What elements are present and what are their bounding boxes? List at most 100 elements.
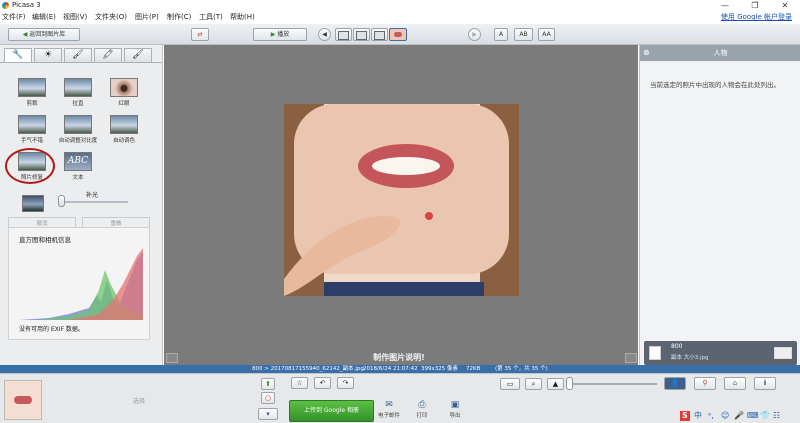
filmstrip-thumb-1[interactable]: [335, 28, 352, 41]
places-tool-button[interactable]: ⚲: [694, 377, 716, 390]
fill-light-slider-handle[interactable]: [58, 195, 65, 207]
menu-file[interactable]: 文件(F): [2, 11, 26, 23]
wrench-icon: 🔧: [12, 50, 24, 60]
rotate-right-button[interactable]: ↷: [337, 377, 354, 389]
menu-tools[interactable]: 工具(T): [199, 11, 223, 23]
exif-note: 没有可用的 EXIF 数据。: [19, 326, 84, 333]
star-button[interactable]: ☆: [291, 377, 308, 389]
menu-edit[interactable]: 编辑(E): [32, 11, 56, 23]
maximize-button[interactable]: ❐: [740, 0, 770, 11]
zoom-button[interactable]: ⌕: [525, 378, 542, 390]
info-tool-button[interactable]: i: [754, 377, 776, 390]
tool-crop[interactable]: 剪裁: [10, 78, 54, 107]
mail-icon: ✉: [385, 400, 393, 410]
menu-help[interactable]: 帮助(H): [230, 11, 255, 23]
tray-add-to-button[interactable]: ▾: [258, 408, 278, 420]
tab-effects-3[interactable]: 🖌: [124, 48, 152, 62]
caption-input[interactable]: 制作图片说明!: [284, 352, 514, 363]
tab-effects[interactable]: 🖌: [64, 48, 92, 62]
upload-to-google-button[interactable]: 上传到 Google 相册: [289, 400, 374, 422]
status-filesize: 72KB: [466, 366, 481, 372]
fill-light-preview-icon: [22, 195, 44, 212]
tool-text-label: 文本: [72, 175, 84, 181]
tray-hold-button[interactable]: ⬆: [261, 378, 275, 390]
highlight-circle: [5, 148, 55, 184]
app-logo-icon: [2, 2, 9, 9]
info-icon: i: [763, 379, 767, 387]
tool-straighten[interactable]: 拉直: [56, 78, 100, 107]
view-mode-button[interactable]: ▭: [500, 378, 520, 390]
landscape-button[interactable]: ▲: [547, 378, 564, 390]
landscape-icon: ▲: [552, 380, 559, 388]
back-to-library-button[interactable]: ◀ 返回到图片库: [8, 28, 80, 41]
tab-basic-fixes[interactable]: 🔧: [4, 48, 32, 62]
tags-tool-button[interactable]: ⌂: [724, 377, 746, 390]
tool-auto-contrast[interactable]: 自动调整对比度: [56, 115, 100, 144]
tool-feeling-lucky[interactable]: 手气不错: [10, 115, 54, 144]
people-panel-message: 当前选定的照片中出现的人物会在此处列出。: [650, 81, 780, 89]
minimize-button[interactable]: —: [710, 0, 740, 11]
text-size-medium-button[interactable]: AB: [514, 28, 533, 41]
rotate-left-button[interactable]: ↶: [314, 377, 331, 389]
star-icon: ☆: [296, 379, 303, 387]
play-slideshow-button[interactable]: ▶ 播放: [253, 28, 307, 41]
menu-folder[interactable]: 文件夹(O): [95, 11, 127, 23]
album-thumb-card[interactable]: 800 副本 大小3.jpg: [644, 341, 797, 365]
caption-left-icon[interactable]: [166, 353, 178, 363]
ime-emoji-icon[interactable]: ☺: [721, 411, 729, 421]
app-title: Picasa 3: [12, 1, 41, 9]
zoom-slider-track[interactable]: [567, 383, 657, 385]
tool-redeye[interactable]: 红眼: [102, 78, 146, 107]
tab-tuning[interactable]: ☀: [34, 48, 62, 62]
close-button[interactable]: ✕: [770, 0, 800, 11]
ime-logo-icon[interactable]: S: [680, 411, 690, 421]
play-label: 播放: [277, 31, 290, 38]
status-position: (第 35 个，共 35 个): [495, 366, 548, 372]
caption-right-icon[interactable]: [625, 353, 637, 363]
menu-picture[interactable]: 图片(P): [135, 11, 159, 23]
album-icon: ▾: [266, 410, 270, 418]
previous-photo-button[interactable]: ◀: [318, 28, 331, 41]
ime-keyboard-icon[interactable]: ⌨: [747, 411, 759, 421]
menu-view[interactable]: 视图(V): [63, 11, 87, 23]
tool-auto-color[interactable]: 自动调色: [102, 115, 146, 144]
google-signin-link[interactable]: 使用 Google 帐户登录: [721, 11, 792, 23]
people-tool-button[interactable]: 👤: [664, 377, 686, 390]
filmstrip-thumb-current[interactable]: [389, 28, 407, 41]
menu-create[interactable]: 制作(C): [167, 11, 191, 23]
ime-skin-icon[interactable]: 👕: [760, 411, 770, 421]
pin-icon: ⬆: [265, 380, 271, 388]
text-size-large-button[interactable]: AA: [538, 28, 555, 41]
share-button[interactable]: ⇄: [191, 28, 209, 41]
tab-effects-2[interactable]: 🖍: [94, 48, 122, 62]
album-thumb-button-icon[interactable]: [774, 347, 792, 359]
crop-icon: [18, 78, 46, 97]
tool-feeling-lucky-label: 手气不错: [20, 138, 43, 144]
ime-mic-icon[interactable]: 🎤: [734, 411, 744, 421]
tray-photo-thumb[interactable]: [4, 380, 42, 420]
filmstrip-thumb-3[interactable]: [371, 28, 388, 41]
export-button[interactable]: ▣ 导出: [440, 400, 470, 419]
ime-punct-icon[interactable]: ᵒ,: [708, 411, 714, 421]
map-pin-icon: ⚲: [702, 379, 708, 387]
status-dimensions: 399x325 像素: [421, 366, 458, 372]
email-label: 电子邮件: [377, 413, 400, 419]
panel-close-icon[interactable]: ⊗: [643, 45, 650, 61]
email-button[interactable]: ✉ 电子邮件: [374, 400, 404, 419]
title-bar: Picasa 3 — ❐ ✕: [0, 0, 800, 11]
next-photo-button[interactable]: ▶: [468, 28, 481, 41]
view-icon: ▭: [506, 380, 514, 388]
ime-toolbar: S 中 ᵒ, ☺ 🎤 ⌨ 👕 ☷: [680, 411, 798, 423]
tool-text[interactable]: ABC 文本: [56, 152, 100, 181]
text-size-small-button[interactable]: A: [494, 28, 508, 41]
album-file-name: 副本 大小3.jpg: [671, 355, 709, 361]
fill-light-slider-track[interactable]: [58, 201, 128, 203]
filmstrip-thumb-2[interactable]: [353, 28, 370, 41]
photo-mouth-closeup: [284, 104, 519, 296]
ime-chinese-icon[interactable]: 中: [694, 411, 702, 421]
photo-thumb-icon: [374, 31, 385, 40]
print-button[interactable]: ⎙ 打印: [407, 400, 437, 419]
ime-menu-icon[interactable]: ☷: [773, 411, 780, 421]
zoom-slider-handle[interactable]: [566, 377, 573, 390]
tray-clear-button[interactable]: ○: [261, 392, 275, 404]
